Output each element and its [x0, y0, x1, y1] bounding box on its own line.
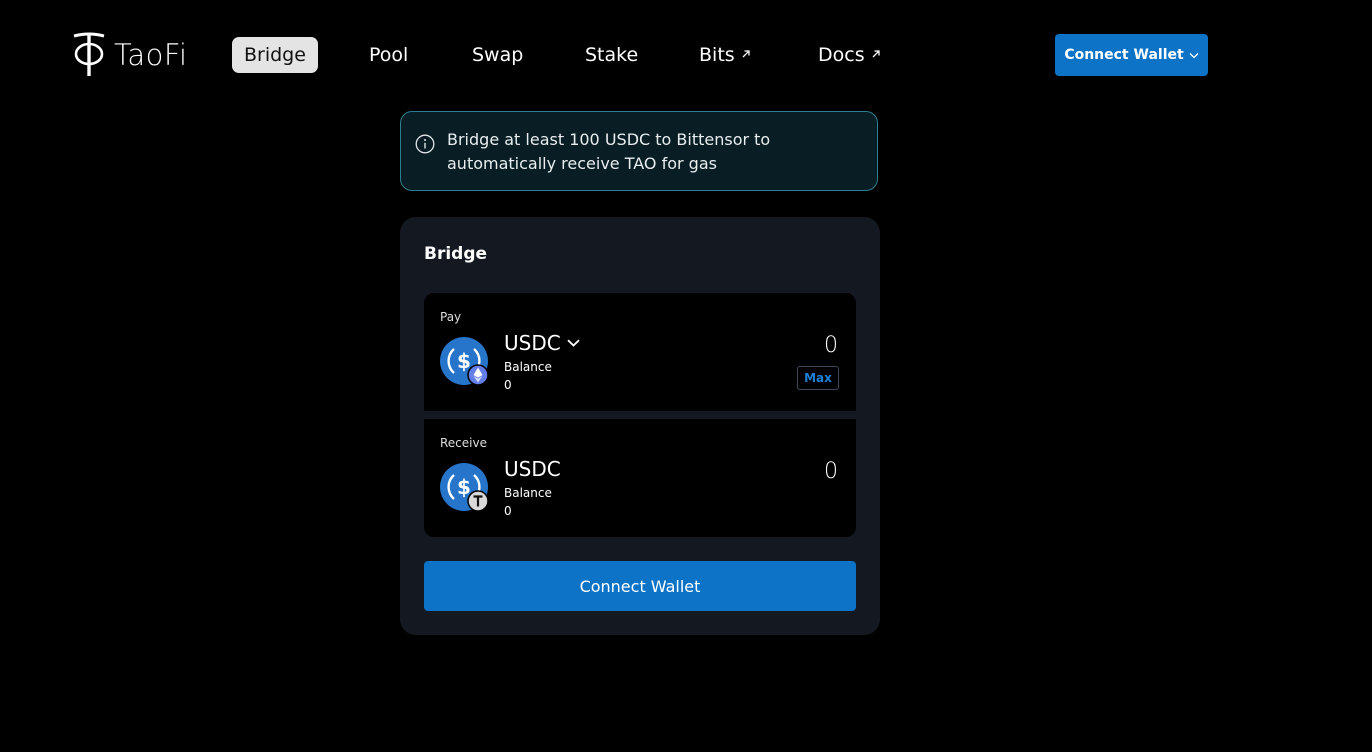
taofi-logo[interactable]: TaoFi [72, 32, 188, 78]
external-link-icon [872, 50, 880, 58]
pay-label: Pay [440, 310, 462, 324]
usdc-bittensor-token-icon: $ [440, 463, 489, 512]
pay-balance-label: Balance [504, 360, 552, 374]
receive-token-symbol: USDC [504, 457, 561, 481]
pay-token-symbol: USDC [504, 331, 561, 355]
nav-item-bits-label: Bits [699, 44, 735, 66]
nav-item-docs-label: Docs [818, 44, 865, 66]
nav-item-bits[interactable]: Bits [699, 37, 751, 73]
info-icon [415, 134, 435, 154]
pay-panel: Pay $ USDC Balance 0 0 Max [424, 293, 856, 411]
nav-item-stake[interactable]: Stake [585, 37, 638, 73]
receive-panel: Receive $ USDC Balance 0 0 [424, 419, 856, 537]
bridge-card-title: Bridge [424, 244, 488, 264]
tao-symbol-icon [73, 32, 105, 76]
chevron-down-icon [567, 339, 580, 347]
receive-balance-label: Balance [504, 486, 552, 500]
max-button[interactable]: Max [797, 366, 839, 390]
pay-token-selector[interactable]: USDC [504, 331, 580, 355]
nav-item-docs[interactable]: Docs [818, 37, 881, 73]
usdc-ethereum-token-icon: $ [440, 337, 489, 386]
pay-amount-input[interactable]: 0 [824, 333, 838, 358]
logo-text: TaoFi [114, 38, 188, 72]
receive-balance-value: 0 [504, 504, 512, 518]
pay-balance-value: 0 [504, 378, 512, 392]
bridge-card: Bridge Pay $ USDC Balance 0 0 Max Receiv… [400, 217, 880, 635]
bridge-connect-wallet-button[interactable]: Connect Wallet [424, 561, 856, 611]
notice-text: Bridge at least 100 USDC to Bittensor to… [447, 130, 771, 173]
receive-label: Receive [440, 436, 487, 450]
nav-item-bridge[interactable]: Bridge [232, 37, 318, 73]
chevron-down-icon [1189, 52, 1199, 58]
external-link-icon [742, 50, 750, 58]
header-connect-wallet-button[interactable]: Connect Wallet [1055, 34, 1208, 76]
header-connect-wallet-label: Connect Wallet [1064, 47, 1184, 63]
receive-amount: 0 [824, 459, 838, 484]
nav-item-pool[interactable]: Pool [369, 37, 408, 73]
gas-notice-banner: Bridge at least 100 USDC to Bittensor to… [400, 111, 878, 191]
nav-item-swap[interactable]: Swap [472, 37, 523, 73]
